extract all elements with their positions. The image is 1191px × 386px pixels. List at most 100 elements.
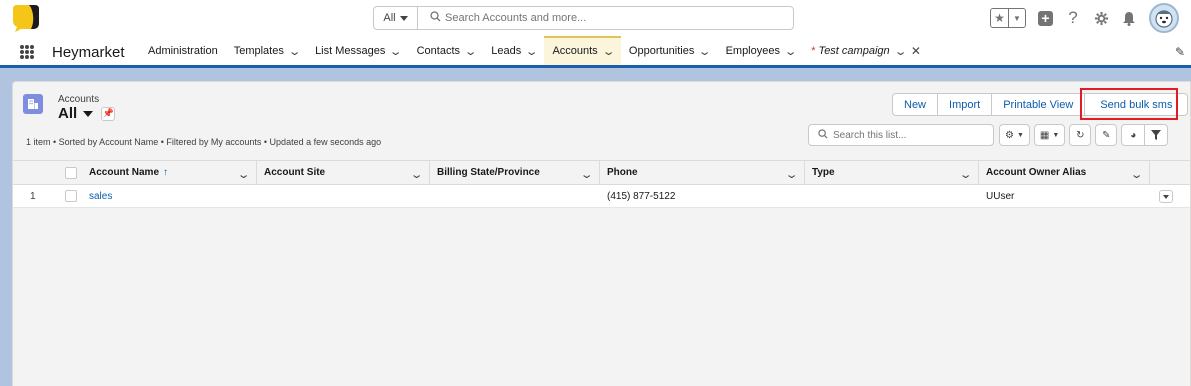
global-search[interactable]: All: [373, 6, 794, 30]
column-header-type[interactable]: Type ⌄: [805, 161, 979, 184]
chevron-down-icon[interactable]: ⌄: [288, 45, 302, 58]
account-name-link[interactable]: sales: [89, 185, 112, 207]
tab-label: Contacts: [416, 45, 461, 57]
owner-alias-cell: UUser: [986, 190, 1015, 202]
sort-ascending-icon[interactable]: ↑: [163, 167, 168, 178]
edit-list-button[interactable]: ✎: [1095, 124, 1118, 146]
pencil-icon: ✎: [1102, 129, 1111, 141]
app-name: Heymarket: [52, 44, 125, 61]
header-utility-icons: ★ ▼ + ?: [990, 3, 1179, 33]
select-all-checkbox[interactable]: [65, 166, 77, 179]
chevron-down-icon: ▼: [1052, 131, 1060, 139]
tab-list-messages[interactable]: List Messages ⌄: [307, 37, 409, 65]
list-view-page: Accounts All 📌 New Import Printable View…: [12, 81, 1191, 386]
gear-icon: ⚙: [1005, 129, 1014, 141]
chevron-down-icon[interactable]: ⌄: [698, 45, 712, 58]
chevron-down-icon[interactable]: ⌄: [464, 45, 478, 58]
chevron-down-icon[interactable]: ⌄: [236, 168, 250, 181]
chevron-down-icon[interactable]: ⌄: [409, 168, 423, 181]
tab-templates[interactable]: Templates ⌄: [226, 37, 307, 65]
chevron-down-icon[interactable]: ⌄: [784, 45, 798, 58]
app-nav-bar: Heymarket Administration Templates ⌄ Lis…: [0, 36, 1191, 68]
phone-cell[interactable]: (415) 877-5122: [607, 185, 675, 207]
edit-nav-pencil-icon[interactable]: ✎: [1175, 45, 1185, 59]
app-launcher-icon[interactable]: [20, 45, 34, 59]
nav-tabs: Administration Templates ⌄ List Messages…: [140, 36, 929, 65]
tab-employees[interactable]: Employees ⌄: [718, 37, 804, 65]
favorites-star-icon[interactable]: ★: [991, 9, 1008, 27]
tab-label: Templates: [233, 45, 284, 57]
global-actions-plus-icon[interactable]: +: [1038, 10, 1053, 26]
notifications-bell-icon[interactable]: [1121, 10, 1137, 26]
setup-gear-icon[interactable]: [1093, 10, 1109, 26]
chevron-down-icon[interactable]: ⌄: [893, 45, 907, 58]
column-header-account-site[interactable]: Account Site ⌄: [257, 161, 430, 184]
tab-contacts[interactable]: Contacts ⌄: [409, 37, 484, 65]
chevron-down-icon: [399, 15, 408, 21]
global-header: All ★ ▼ + ?: [0, 0, 1191, 37]
chevron-down-icon[interactable]: ⌄: [601, 45, 615, 58]
column-header-billing-state[interactable]: Billing State/Province ⌄: [430, 161, 600, 184]
list-empty-area: [13, 208, 1190, 386]
global-search-input[interactable]: [441, 7, 793, 29]
tab-label: Leads: [491, 45, 522, 57]
list-settings-button[interactable]: ⚙ ▼: [999, 124, 1030, 146]
list-search-input[interactable]: [828, 129, 993, 141]
favorites-button-group[interactable]: ★ ▼: [990, 8, 1026, 28]
list-view-picker[interactable]: All 📌: [58, 105, 116, 122]
row-number: 1: [30, 190, 36, 202]
chevron-down-icon[interactable]: ⌄: [784, 168, 798, 181]
table-icon: ▦: [1039, 129, 1050, 141]
column-header-phone[interactable]: Phone ⌄: [600, 161, 805, 184]
tab-leads[interactable]: Leads ⌄: [483, 37, 544, 65]
column-label: Account Owner Alias: [986, 167, 1087, 178]
list-status-info: 1 item • Sorted by Account Name • Filter…: [26, 137, 382, 147]
tab-label: Employees: [725, 45, 780, 57]
chevron-down-icon[interactable]: ⌄: [579, 168, 593, 181]
chevron-down-icon[interactable]: ⌄: [958, 168, 972, 181]
chevron-down-icon: [83, 110, 94, 117]
table-header: Account Name ↑ ⌄ Account Site ⌄ Billing …: [13, 160, 1190, 185]
highlight-annotation-box: [1080, 88, 1178, 120]
row-checkbox[interactable]: [65, 190, 77, 202]
pin-icon[interactable]: 📌: [101, 106, 116, 121]
search-scope-select[interactable]: All: [374, 7, 418, 29]
tab-accounts[interactable]: Accounts ⌄: [544, 36, 622, 65]
import-button[interactable]: Import: [937, 93, 993, 116]
chart-filter-group: ◕: [1121, 124, 1169, 146]
tab-administration[interactable]: Administration: [140, 37, 226, 65]
close-icon[interactable]: ✕: [911, 44, 921, 58]
accounts-table: Account Name ↑ ⌄ Account Site ⌄ Billing …: [13, 160, 1190, 208]
list-view-controls: ⚙ ▼ ▦ ▼ ↻ ✎ ◕: [999, 124, 1169, 146]
favorites-dropdown-icon[interactable]: ▼: [1008, 9, 1025, 27]
column-label: Type: [812, 167, 835, 178]
tab-opportunities[interactable]: Opportunities ⌄: [621, 37, 718, 65]
heymarket-logo[interactable]: [11, 3, 41, 33]
tab-label: Test campaign: [818, 45, 890, 57]
chevron-down-icon[interactable]: ⌄: [525, 45, 539, 58]
table-row: 1 sales (415) 877-5122 UUser: [13, 185, 1190, 208]
printable-view-button[interactable]: Printable View: [991, 93, 1086, 116]
list-search[interactable]: [808, 124, 994, 146]
pie-chart-icon: ◕: [1130, 129, 1137, 141]
column-header-owner-alias[interactable]: Account Owner Alias ⌄: [979, 161, 1150, 184]
new-button[interactable]: New: [892, 93, 939, 116]
chevron-down-icon[interactable]: ⌄: [389, 45, 403, 58]
refresh-button[interactable]: ↻: [1069, 124, 1092, 146]
search-scope-label: All: [383, 12, 396, 24]
filter-button[interactable]: [1144, 124, 1169, 146]
search-icon: [818, 128, 828, 142]
row-actions-menu[interactable]: [1159, 190, 1173, 203]
chart-button[interactable]: ◕: [1121, 124, 1146, 146]
column-header-account-name[interactable]: Account Name ↑ ⌄: [82, 161, 257, 184]
refresh-icon: ↻: [1076, 129, 1085, 141]
chevron-down-icon[interactable]: ⌄: [1129, 168, 1143, 181]
display-as-button[interactable]: ▦ ▼: [1033, 124, 1066, 146]
object-breadcrumb: Accounts: [58, 94, 100, 105]
user-avatar[interactable]: [1149, 3, 1179, 33]
chevron-down-icon: ▼: [1016, 131, 1024, 139]
chevron-down-icon: [1163, 194, 1169, 199]
tab-test-campaign[interactable]: * Test campaign ⌄ ✕: [803, 37, 929, 65]
search-icon: [430, 11, 441, 25]
help-icon[interactable]: ?: [1065, 8, 1081, 27]
